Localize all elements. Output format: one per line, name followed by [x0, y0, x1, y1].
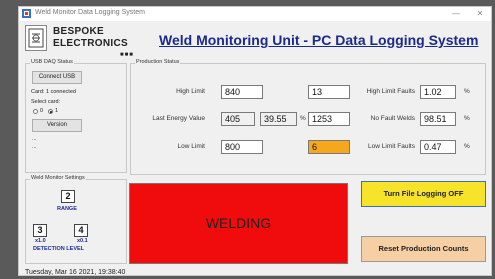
- detection-level-label: DETECTION LEVEL: [33, 246, 85, 252]
- no-fault-pct-symbol: %: [464, 115, 470, 122]
- card-radio-0[interactable]: [33, 109, 38, 114]
- low-faults-pct-symbol: %: [464, 143, 470, 150]
- usb-group-title: USB DAQ Status: [30, 59, 74, 65]
- version-button[interactable]: Version: [32, 119, 82, 132]
- no-fault-count-field: 1253: [308, 112, 350, 126]
- title-bar: Weld Monitor Data Logging System — ✕: [19, 7, 491, 21]
- weld-monitor-settings-group: Weld Monitor Settings 2 RANGE 3 4 x1.0 x…: [25, 175, 127, 264]
- usb-info-line2: ...: [32, 144, 37, 150]
- fine-unit-label: x0.1: [77, 238, 88, 244]
- coarse-unit-label: x1.0: [35, 238, 46, 244]
- range-input[interactable]: 2: [61, 190, 75, 203]
- card-radio-0-label: 0: [40, 108, 44, 114]
- low-limit-faults-pct-field: 0.47: [420, 140, 456, 154]
- company-logo-icon: [25, 25, 47, 51]
- no-fault-welds-label: No Fault Welds: [370, 115, 415, 122]
- low-limit-faults-label: Low Limit Faults: [368, 143, 415, 150]
- close-button[interactable]: ✕: [471, 7, 489, 21]
- toggle-file-logging-button[interactable]: Turn File Logging OFF: [361, 181, 486, 207]
- low-limit-count-field: 6: [308, 140, 350, 154]
- detection-coarse-input[interactable]: 3: [33, 224, 47, 237]
- app-icon: [22, 9, 31, 18]
- logo-dots: ■■■: [120, 52, 134, 58]
- high-limit-faults-pct-field: 1.02: [420, 85, 456, 99]
- minimize-button[interactable]: —: [447, 7, 465, 21]
- page-title: Weld Monitoring Unit - PC Data Logging S…: [159, 32, 479, 48]
- logo-line1: BESPOKE: [53, 26, 105, 37]
- card-radio-1-label: 1: [55, 108, 59, 114]
- last-energy-value-field: 405: [221, 112, 255, 126]
- usb-daq-status-group: USB DAQ Status Connect USB Card: 1 conne…: [25, 59, 127, 173]
- select-card-label: Select card:: [31, 99, 61, 105]
- last-energy-pct-field: 39.55: [260, 112, 297, 126]
- detection-fine-input[interactable]: 4: [74, 224, 88, 237]
- window-title: Weld Monitor Data Logging System: [35, 9, 145, 16]
- status-bar-datetime: Tuesday, Mar 16 2021, 19:38:40: [25, 269, 126, 276]
- last-energy-label: Last Energy Value: [152, 115, 205, 122]
- settings-group-title: Weld Monitor Settings: [30, 175, 86, 181]
- production-status-group: Production Status High Limit 840 13 High…: [130, 59, 486, 175]
- high-faults-pct-symbol: %: [464, 88, 470, 95]
- app-window: Weld Monitor Data Logging System — ✕ BES…: [18, 6, 492, 276]
- high-limit-count-field: 13: [308, 85, 350, 99]
- high-limit-label: High Limit: [176, 88, 205, 95]
- no-fault-welds-pct-field: 98.51: [420, 112, 456, 126]
- high-limit-input[interactable]: 840: [221, 85, 263, 99]
- connect-usb-button[interactable]: Connect USB: [32, 71, 82, 84]
- range-label: RANGE: [57, 206, 77, 212]
- usb-info-line1: ...: [32, 136, 37, 142]
- low-limit-label: Low Limit: [177, 143, 205, 150]
- card-radio-1[interactable]: [48, 109, 53, 114]
- production-group-title: Production Status: [135, 59, 181, 65]
- logo-line2: ELECTRONICS: [53, 38, 128, 49]
- reset-production-counts-button[interactable]: Reset Production Counts: [361, 236, 486, 262]
- usb-status-text: Card: 1 connected: [31, 89, 76, 95]
- last-energy-pct-symbol: %: [300, 115, 306, 122]
- low-limit-input[interactable]: 800: [221, 140, 263, 154]
- high-limit-faults-label: High Limit Faults: [366, 88, 415, 95]
- welding-status-indicator: WELDING: [129, 183, 348, 264]
